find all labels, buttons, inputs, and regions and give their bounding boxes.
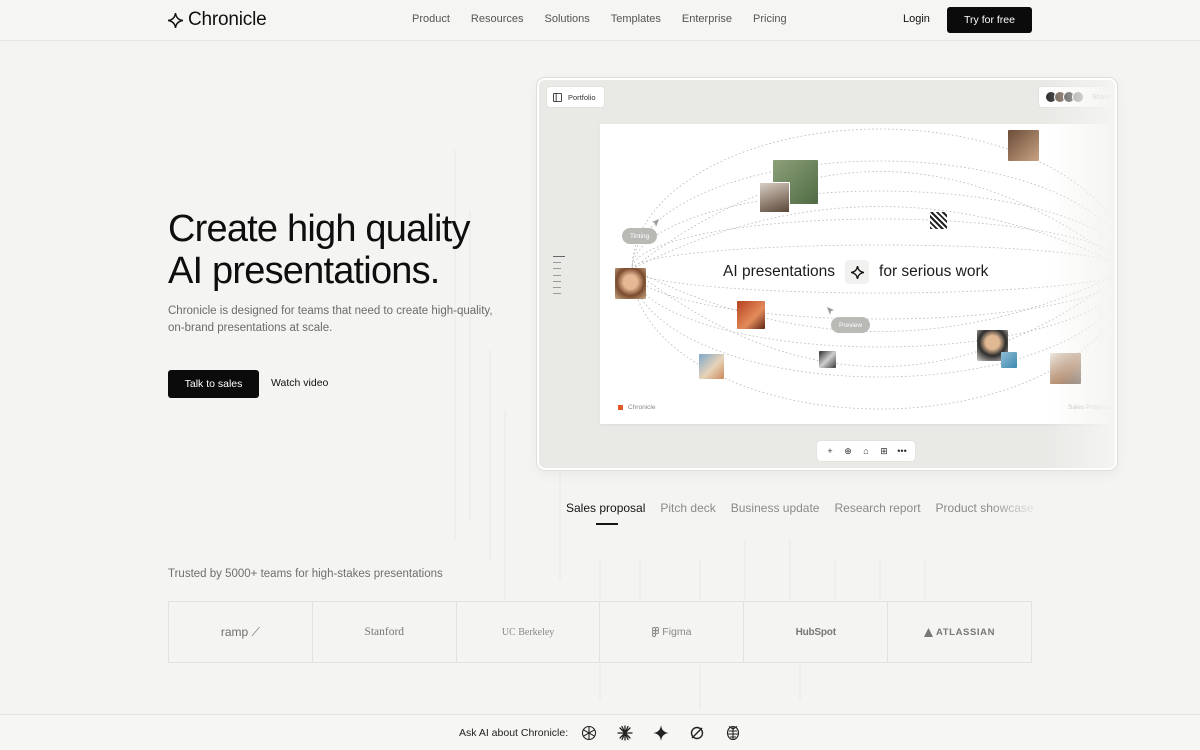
slide-photo-office — [1050, 353, 1081, 384]
trusted-label: Trusted by 5000+ teams for high-stakes p… — [168, 568, 443, 580]
app-preview: Portfolio Share Tinting Preview AI prese… — [537, 78, 1117, 470]
template-tabs: Sales proposal Pitch deck Business updat… — [566, 501, 1034, 525]
slide-photo-woman — [615, 268, 646, 299]
slide-headline-left: AI presentations — [723, 263, 836, 280]
hero-title-line-1: Create high quality — [168, 208, 470, 250]
talk-to-sales-button[interactable]: Talk to sales — [168, 370, 259, 398]
sparkle-icon — [845, 260, 870, 284]
logo-atlassian: ATLASSIAN — [888, 602, 1031, 662]
nav-enterprise[interactable]: Enterprise — [682, 13, 732, 25]
logo-text: Chronicle — [188, 9, 267, 30]
logo-figma: Figma — [600, 602, 745, 662]
tab-pitch-deck[interactable]: Pitch deck — [660, 501, 715, 515]
customer-logos: ramp ⟋ Stanford UC Berkeley Figma HubSpo… — [168, 601, 1032, 663]
add-icon[interactable]: + — [824, 445, 836, 457]
logo-uc-berkeley: UC Berkeley — [457, 602, 601, 662]
slide-photo-portrait — [759, 182, 790, 213]
tab-business-update[interactable]: Business update — [731, 501, 820, 515]
main-nav: Product Resources Solutions Templates En… — [412, 13, 787, 25]
more-icon[interactable]: ••• — [896, 445, 908, 457]
sparkle-logo-icon — [168, 12, 183, 28]
slide-photo-blue — [1001, 352, 1017, 368]
site-header: Chronicle Product Resources Solutions Te… — [0, 0, 1200, 41]
tabs-fade — [990, 495, 1050, 521]
nav-solutions[interactable]: Solutions — [545, 13, 590, 25]
slide-headline-right: for serious work — [879, 263, 989, 280]
watch-video-link[interactable]: Watch video — [271, 377, 328, 389]
slide-photo-warm — [737, 301, 765, 329]
sidebar-toggle-icon — [553, 92, 562, 102]
magic-icon[interactable]: ⊕ — [842, 445, 854, 457]
shapes-icon[interactable]: ⌂ — [860, 445, 872, 457]
avatar — [1072, 91, 1084, 103]
ask-ai-label: Ask AI about Chronicle: — [459, 727, 569, 739]
slide-footer-brand: Chronicle — [618, 404, 655, 411]
perplexity-icon[interactable] — [688, 724, 706, 742]
ask-ai-bar: Ask AI about Chronicle: — [0, 714, 1200, 750]
nav-resources[interactable]: Resources — [471, 13, 524, 25]
logo-ramp: ramp ⟋ — [169, 602, 313, 662]
atlassian-icon — [924, 627, 934, 637]
portfolio-label: Portfolio — [568, 92, 596, 102]
slide-photo-bw — [819, 351, 836, 368]
slide-ruler — [553, 256, 565, 299]
slide-photo-man — [699, 354, 724, 379]
slide-footer-title: Sales Proposal — [1068, 404, 1112, 411]
share-label: Share — [1092, 93, 1111, 101]
tab-sales-proposal[interactable]: Sales proposal — [566, 501, 645, 525]
openai-icon[interactable] — [580, 724, 598, 742]
cursor-icon — [827, 307, 834, 315]
tab-research-report[interactable]: Research report — [834, 501, 920, 515]
slide-canvas[interactable]: Tinting Preview AI presentations for ser… — [600, 124, 1115, 424]
slide-photo-pattern — [930, 212, 947, 229]
slide-photo-desk — [1008, 130, 1039, 161]
cursor-icon — [652, 219, 659, 227]
portfolio-button[interactable]: Portfolio — [547, 87, 604, 107]
claude-icon[interactable] — [616, 724, 634, 742]
hero-title: Create high quality AI presentations. — [168, 208, 470, 292]
gemini-icon[interactable] — [652, 724, 670, 742]
ai-icons — [580, 724, 742, 742]
collab-tag-tinting: Tinting — [622, 228, 658, 244]
brand-square-icon — [618, 405, 623, 410]
figma-icon — [652, 627, 660, 637]
hero-description: Chronicle is designed for teams that nee… — [168, 305, 493, 334]
slide-toolbar: + ⊕ ⌂ ⊞ ••• — [817, 441, 915, 461]
collaborator-avatars[interactable]: Share — [1039, 87, 1115, 107]
hero-title-line-2: AI presentations. — [168, 250, 440, 292]
try-for-free-button[interactable]: Try for free — [947, 7, 1032, 33]
nav-pricing[interactable]: Pricing — [753, 13, 787, 25]
logo[interactable]: Chronicle — [168, 9, 267, 31]
slide-headline: AI presentations for serious work — [723, 260, 988, 284]
logo-stanford: Stanford — [313, 602, 457, 662]
logo-hubspot: HubSpot — [744, 602, 889, 662]
grok-icon[interactable] — [724, 724, 742, 742]
login-link[interactable]: Login — [903, 13, 930, 25]
nav-product[interactable]: Product — [412, 13, 450, 25]
nav-templates[interactable]: Templates — [611, 13, 661, 25]
collab-tag-preview: Preview — [831, 317, 871, 333]
layout-icon[interactable]: ⊞ — [878, 445, 890, 457]
